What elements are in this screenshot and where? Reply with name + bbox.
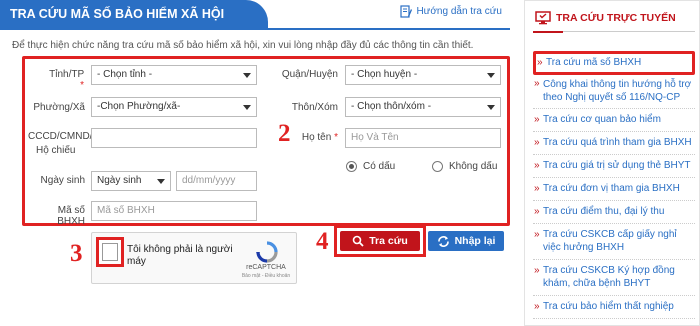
sidebar-title: TRA CỨU TRỰC TUYẾN [556, 12, 676, 24]
bullet-icon: » [534, 301, 540, 312]
guide-link[interactable]: Hướng dẫn tra cứu [400, 5, 502, 18]
sidebar-item-nghi-quyet-116[interactable]: » Công khai thông tin hướng hỗ trợ theo … [533, 77, 695, 109]
sidebar-item-cskcb-hop-dong[interactable]: » Tra cứu CSKCB Ký hợp đồng khám, chữa b… [533, 260, 695, 296]
recaptcha-label: Tôi không phải là người máy [127, 244, 233, 267]
recaptcha-checkbox[interactable] [102, 243, 118, 261]
chevron-down-icon [157, 179, 165, 184]
id-number-input[interactable] [91, 128, 257, 148]
bullet-icon: » [534, 137, 540, 148]
bullet-icon: » [534, 160, 540, 171]
bullet-icon: » [534, 78, 540, 89]
reset-button-label[interactable]: Nhập lại [455, 235, 496, 247]
accent-radio-label: Có dấu [363, 161, 396, 172]
search-icon [352, 235, 364, 247]
step-badge-3: 3 [70, 240, 83, 267]
province-label: Tỉnh/TP * [49, 69, 84, 91]
sidebar-item-ma-so-bhxh[interactable]: » Tra cứu mã số BHXH [533, 51, 695, 75]
monitor-icon [535, 11, 551, 25]
bullet-icon: » [534, 206, 540, 217]
recaptcha-links[interactable]: Bảo mật - Điều khoản [238, 273, 294, 279]
search-button-label[interactable]: Tra cứu [369, 235, 408, 247]
sidebar: TRA CỨU TRỰC TUYẾN » Tra cứu mã số BHXH … [524, 0, 700, 326]
ward-label: Phường/Xã [33, 102, 85, 113]
recaptcha-logo-icon [256, 241, 278, 263]
sidebar-divider-accent [533, 31, 563, 33]
dob-label: Ngày sinh [40, 175, 85, 186]
recaptcha-brand: reCAPTCHA [246, 264, 286, 271]
dob-input[interactable]: dd/mm/yyyy [176, 171, 257, 191]
name-input[interactable]: Họ Và Tên [345, 128, 501, 148]
step-badge-4: 4 [316, 228, 329, 255]
ward-select[interactable]: -Chọn Phường/xã- [91, 97, 257, 117]
bhxh-number-label: Mã số BHXH [57, 205, 85, 227]
chevron-down-icon [243, 105, 251, 110]
refresh-icon [437, 235, 449, 247]
sidebar-item-don-vi-tham-gia[interactable]: » Tra cứu đơn vị tham gia BHXH [533, 178, 695, 201]
document-edit-icon [400, 5, 413, 18]
recaptcha-checkbox-highlight[interactable] [96, 237, 124, 267]
step-badge-2: 2 [278, 120, 291, 147]
village-select[interactable]: - Chọn thôn/xóm - [345, 97, 501, 117]
sidebar-menu: » Tra cứu mã số BHXH » Công khai thông t… [533, 51, 695, 319]
page-title: TRA CỨU MÃ SỐ BẢO HIỂM XÃ HỘI [0, 0, 268, 28]
bullet-icon: » [534, 229, 540, 240]
chevron-down-icon [243, 73, 251, 78]
page-header: TRA CỨU MÃ SỐ BẢO HIỂM XÃ HỘI Hướng dẫn … [0, 0, 510, 30]
no-accent-radio-label: Không dấu [449, 161, 498, 172]
chevron-down-icon [487, 73, 495, 78]
bullet-icon: » [534, 265, 540, 276]
name-label: Họ tên * [301, 132, 338, 143]
sidebar-item-that-nghiep[interactable]: » Tra cứu bảo hiểm thất nghiệp [533, 296, 695, 319]
district-select[interactable]: - Chọn huyện - [345, 65, 501, 85]
no-accent-radio[interactable] [432, 161, 443, 172]
bhxh-number-input[interactable]: Mã số BHXH [91, 201, 257, 221]
reset-button[interactable]: Nhập lại [428, 231, 504, 251]
sidebar-item-qua-trinh-tham-gia[interactable]: » Tra cứu quá trình tham gia BHXH [533, 132, 695, 155]
id-number-label: CCCD/CMND/ Hộ chiếu [28, 131, 93, 156]
search-button[interactable]: Tra cứu [340, 231, 420, 251]
guide-link-label[interactable]: Hướng dẫn tra cứu [416, 6, 502, 17]
intro-text: Để thực hiện chức năng tra cứu mã số bảo… [12, 40, 474, 51]
sidebar-header: TRA CỨU TRỰC TUYẾN [535, 7, 693, 29]
sidebar-item-cskcb-nghi-viec[interactable]: » Tra cứu CSKCB cấp giấy nghỉ việc hưởng… [533, 224, 695, 260]
bullet-icon: » [534, 114, 540, 125]
sidebar-item-co-quan-bao-hiem[interactable]: » Tra cứu cơ quan bảo hiểm [533, 109, 695, 132]
village-label: Thôn/Xóm [291, 102, 338, 113]
province-select[interactable]: - Chọn tỉnh - [91, 65, 257, 85]
bullet-icon: » [537, 57, 543, 68]
district-label: Quận/Huyện [281, 69, 338, 80]
accent-radio[interactable] [346, 161, 357, 172]
dob-type-select[interactable]: Ngày sinh [91, 171, 171, 191]
chevron-down-icon [487, 105, 495, 110]
sidebar-item-diem-thu[interactable]: » Tra cứu điểm thu, đại lý thu [533, 201, 695, 224]
sidebar-item-the-bhyt[interactable]: » Tra cứu giá trị sử dụng thẻ BHYT [533, 155, 695, 178]
bullet-icon: » [534, 183, 540, 194]
